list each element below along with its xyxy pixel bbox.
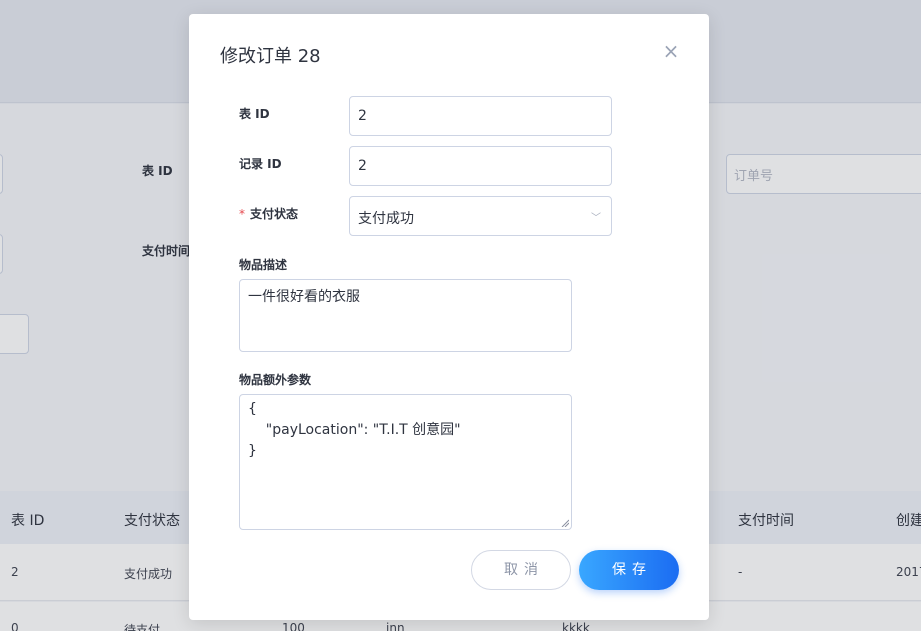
modal-title: 修改订单 28 xyxy=(220,46,321,67)
table-id-input[interactable] xyxy=(349,96,612,136)
item-desc-textarea[interactable]: 一件很好看的衣服 xyxy=(239,279,572,352)
item-params-label: 物品额外参数 xyxy=(239,373,312,387)
pay-status-select[interactable]: 支付成功 ﹀ xyxy=(349,196,612,236)
item-desc-label: 物品描述 xyxy=(239,258,288,272)
pay-status-label: * 支付状态 xyxy=(239,205,298,222)
table-id-label: 表 ID xyxy=(239,107,270,121)
item-params-value: { "payLocation": "T.I.T 创意园" } xyxy=(248,401,461,459)
record-id-label: 记录 ID xyxy=(239,157,282,171)
save-button[interactable]: 保存 xyxy=(579,550,679,590)
item-params-textarea[interactable]: { "payLocation": "T.I.T 创意园" } xyxy=(239,394,572,530)
record-id-input[interactable] xyxy=(349,146,612,186)
pay-status-label-text: 支付状态 xyxy=(250,207,299,221)
chevron-down-icon: ﹀ xyxy=(591,213,601,224)
resize-handle-icon[interactable] xyxy=(561,519,569,527)
cancel-button[interactable]: 取消 xyxy=(471,550,571,590)
edit-order-modal: 修改订单 28 × 表 ID 记录 ID * 支付状态 支付成功 ﹀ 物品描述 一… xyxy=(189,14,709,620)
pay-status-value: 支付成功 xyxy=(358,211,414,227)
item-desc-value: 一件很好看的衣服 xyxy=(248,289,360,305)
close-icon[interactable]: × xyxy=(661,40,681,62)
required-mark: * xyxy=(239,207,245,221)
